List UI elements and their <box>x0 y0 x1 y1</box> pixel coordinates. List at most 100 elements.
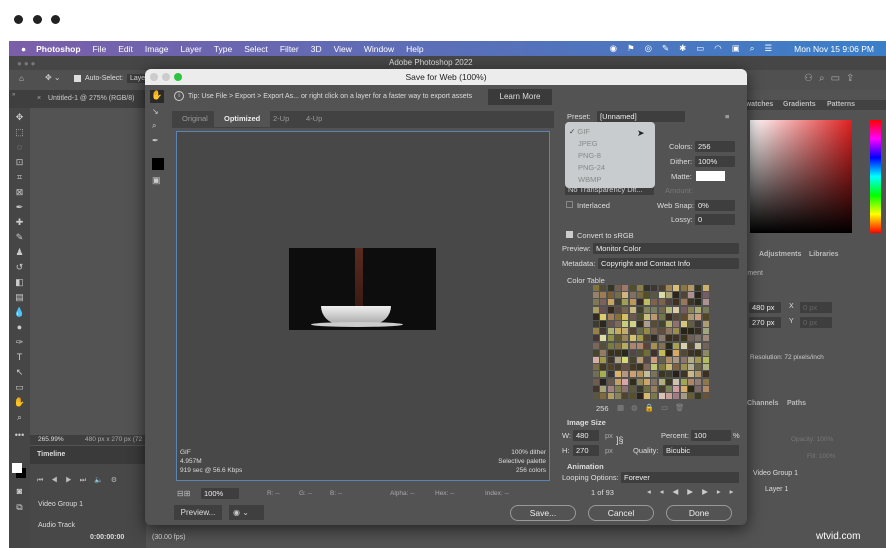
color-swatch[interactable] <box>673 364 680 371</box>
color-swatch[interactable] <box>629 292 636 299</box>
width-field[interactable]: 480 <box>573 430 599 441</box>
color-swatch[interactable] <box>651 364 658 371</box>
color-swatch[interactable] <box>666 335 672 342</box>
color-swatch[interactable] <box>644 349 651 356</box>
color-swatch[interactable] <box>636 393 643 399</box>
color-swatch[interactable] <box>673 357 680 363</box>
color-swatch[interactable] <box>607 357 614 363</box>
color-swatch[interactable] <box>673 393 680 399</box>
stamp-icon[interactable]: ♟ <box>13 247 26 259</box>
toggle-slices-icon[interactable]: ▣ <box>152 175 161 186</box>
color-swatch[interactable] <box>680 299 687 306</box>
color-swatch[interactable] <box>636 285 643 291</box>
color-swatch[interactable] <box>607 321 614 327</box>
color-swatch[interactable] <box>636 342 643 349</box>
path-select-icon[interactable]: ↖ <box>13 367 26 379</box>
menu-window[interactable]: Window <box>364 44 394 54</box>
color-swatch[interactable] <box>680 378 687 385</box>
color-swatch[interactable] <box>593 357 599 363</box>
color-swatch[interactable] <box>607 364 614 371</box>
color-swatch[interactable] <box>651 393 658 399</box>
blur-icon[interactable]: 💧 <box>13 307 26 319</box>
color-swatch[interactable] <box>607 393 614 399</box>
color-swatch[interactable] <box>607 342 614 349</box>
color-swatch[interactable] <box>702 349 709 356</box>
color-swatch[interactable] <box>687 328 694 335</box>
color-swatch[interactable] <box>614 328 621 335</box>
color-swatch[interactable] <box>651 371 658 378</box>
color-swatch[interactable] <box>600 299 607 306</box>
color-swatch[interactable] <box>629 328 636 335</box>
color-swatch[interactable] <box>687 385 694 392</box>
color-swatch[interactable] <box>614 378 621 385</box>
color-swatch[interactable] <box>622 335 629 342</box>
color-swatch[interactable] <box>666 285 672 291</box>
color-swatch[interactable] <box>644 342 651 349</box>
color-swatch[interactable] <box>600 292 607 299</box>
format-dropdown-menu[interactable]: ✓ GIF JPEG PNG-8 PNG-24 WBMP ➤ <box>565 122 655 188</box>
doc-tab[interactable]: » × Untitled-1 @ 275% (RGB/8) <box>9 90 146 108</box>
color-swatch[interactable] <box>680 292 687 299</box>
color-picker-field[interactable] <box>750 120 852 233</box>
color-swatch[interactable] <box>622 378 629 385</box>
color-swatch[interactable] <box>622 299 629 306</box>
color-swatch[interactable] <box>673 328 680 335</box>
color-swatch[interactable] <box>593 328 599 335</box>
color-swatch[interactable] <box>600 285 607 291</box>
pen-icon[interactable]: ✑ <box>13 337 26 349</box>
auto-select-checkbox[interactable] <box>74 75 81 82</box>
constrain-link-icon[interactable]: ]§ <box>616 435 624 445</box>
color-swatch[interactable] <box>666 393 672 399</box>
x-field[interactable]: 0 px <box>800 302 832 313</box>
color-swatch[interactable] <box>680 357 687 363</box>
color-swatch[interactable] <box>687 371 694 378</box>
healing-icon[interactable]: ✚ <box>13 217 26 229</box>
color-swatch[interactable] <box>651 342 658 349</box>
tab-patterns[interactable]: Patterns <box>827 101 855 108</box>
color-swatch[interactable] <box>695 349 702 356</box>
color-swatch[interactable] <box>629 306 636 313</box>
format-option-png24[interactable]: PNG-24 <box>565 162 655 174</box>
move-tool-icon[interactable]: ✥ <box>13 112 26 124</box>
color-swatch[interactable] <box>622 285 629 291</box>
color-swatch[interactable] <box>614 357 621 363</box>
color-table-grid[interactable] <box>593 285 711 401</box>
color-swatch[interactable] <box>658 342 665 349</box>
brush-icon[interactable]: ✎ <box>13 232 26 244</box>
color-swatch[interactable] <box>600 371 607 378</box>
color-swatch[interactable] <box>651 299 658 306</box>
apple-icon[interactable]: ● <box>21 44 26 54</box>
color-swatch[interactable] <box>644 364 651 371</box>
color-swatch[interactable] <box>666 385 672 392</box>
color-swatch[interactable] <box>673 285 680 291</box>
done-button[interactable]: Done <box>666 505 732 521</box>
menu-edit[interactable]: Edit <box>118 44 133 54</box>
color-swatch[interactable] <box>673 385 680 392</box>
color-swatch[interactable] <box>644 321 651 327</box>
color-swatch[interactable] <box>673 349 680 356</box>
color-swatch[interactable] <box>666 378 672 385</box>
color-swatch[interactable] <box>680 285 687 291</box>
color-swatch[interactable] <box>600 349 607 356</box>
color-swatch[interactable] <box>658 306 665 313</box>
tab-2up[interactable]: 2-Up <box>263 111 299 127</box>
color-swatch[interactable] <box>695 328 702 335</box>
color-swatch[interactable] <box>702 357 709 363</box>
color-swatch[interactable] <box>658 328 665 335</box>
color-swatch[interactable] <box>687 321 694 327</box>
color-swatch[interactable] <box>680 321 687 327</box>
tab-gradients[interactable]: Gradients <box>783 101 816 108</box>
color-swatch[interactable] <box>636 349 643 356</box>
interlaced-checkbox[interactable] <box>566 201 573 208</box>
move-tool-icon[interactable]: ✥ ⌄ <box>45 73 61 82</box>
color-swatch[interactable] <box>593 393 599 399</box>
color-swatch[interactable] <box>629 378 636 385</box>
color-swatch[interactable] <box>680 342 687 349</box>
convert-srgb-checkbox[interactable] <box>566 231 573 238</box>
color-swatch[interactable] <box>680 335 687 342</box>
color-swatch[interactable] <box>673 299 680 306</box>
color-swatch[interactable] <box>593 371 599 378</box>
color-swatch[interactable] <box>658 364 665 371</box>
websnap-field[interactable]: 0% <box>695 200 735 211</box>
color-swatch[interactable] <box>593 292 599 299</box>
